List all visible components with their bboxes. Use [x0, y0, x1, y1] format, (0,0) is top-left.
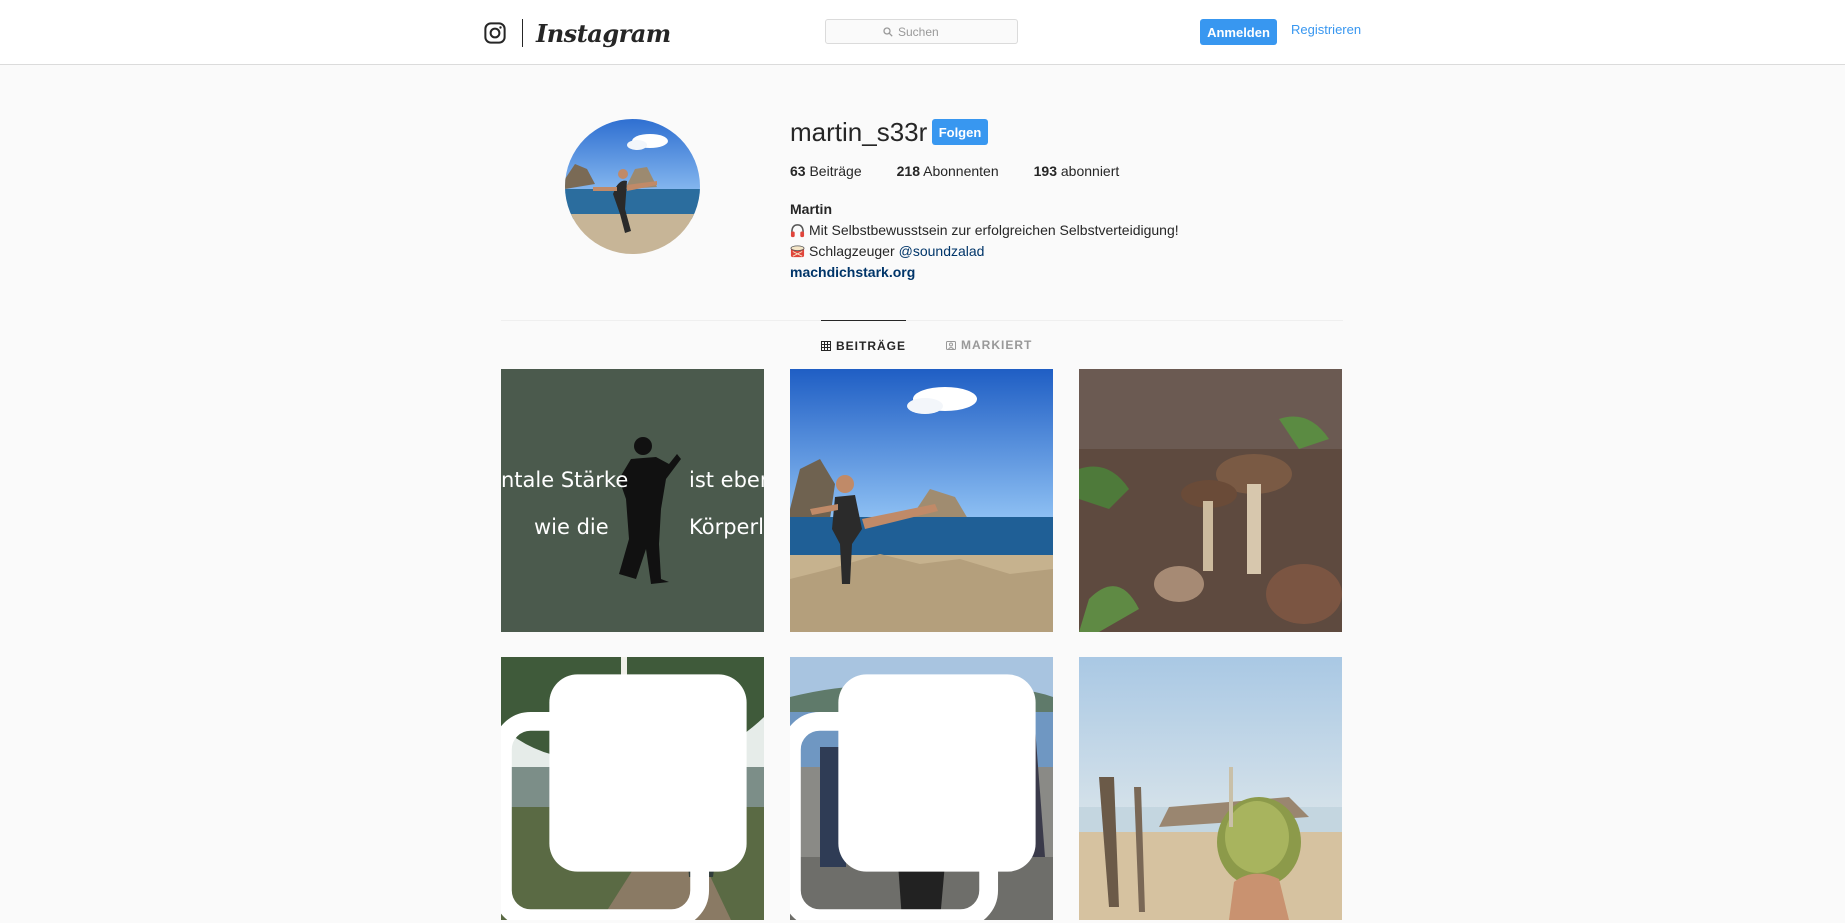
tab-posts-label: BEITRÄGE — [836, 339, 907, 353]
multi-post-icon — [501, 674, 747, 920]
post-tile[interactable] — [501, 657, 764, 920]
top-navigation: Instagram Anmelden Registrieren — [0, 0, 1845, 65]
post-overlay-text: wie die — [534, 515, 609, 539]
post-image — [1079, 369, 1342, 632]
following-label: abonniert — [1060, 163, 1120, 179]
post-overlay-text: Körperlic — [689, 515, 764, 539]
profile-avatar — [565, 119, 700, 254]
tagged-icon — [946, 341, 956, 350]
post-image — [1079, 657, 1342, 920]
following-count: 193 — [1033, 163, 1057, 179]
post-overlay-text: ist ebens — [689, 468, 764, 492]
instagram-glyph-icon — [484, 22, 506, 44]
post-tile[interactable] — [790, 369, 1053, 632]
bio-line-2: Schlagzeuger @soundzalad — [790, 241, 1179, 262]
tabs-divider — [501, 320, 1343, 321]
post-tile[interactable] — [1079, 369, 1342, 632]
followers-label: Abonnenten — [923, 163, 999, 179]
following-stat[interactable]: 193 abonniert — [1034, 163, 1120, 179]
post-overlay-text: ntale Stärke — [501, 468, 629, 492]
tab-posts[interactable]: BEITRÄGE — [821, 320, 907, 371]
instagram-wordmark: Instagram — [536, 18, 671, 48]
bio-line-1-text: Mit Selbstbewusstsein zur erfolgreichen … — [809, 222, 1179, 238]
post-image — [501, 369, 764, 632]
post-tile[interactable]: ntale Stärke ist ebens wie die Körperlic — [501, 369, 764, 632]
brand-divider — [522, 19, 523, 47]
brand-logo[interactable]: Instagram — [484, 17, 671, 49]
multi-post-icon — [790, 674, 1036, 920]
followers-stat[interactable]: 218 Abonnenten — [897, 163, 999, 179]
bio-website-link[interactable]: machdichstark.org — [790, 264, 915, 280]
post-image — [790, 369, 1053, 632]
bio-name: Martin — [790, 201, 832, 217]
posts-stat: 63 Beiträge — [790, 163, 862, 179]
follow-button[interactable]: Folgen — [932, 119, 988, 145]
profile-username: martin_s33r — [790, 117, 928, 147]
bio-mention-link[interactable]: @soundzalad — [899, 241, 985, 262]
bio-line-2-text: Schlagzeuger — [809, 243, 895, 259]
headphones-emoji-icon — [790, 224, 805, 238]
posts-label: Beiträge — [809, 163, 862, 179]
grid-icon — [821, 341, 831, 351]
bio-line-1: Mit Selbstbewusstsein zur erfolgreichen … — [790, 220, 1179, 241]
post-tile[interactable] — [1079, 657, 1342, 920]
profile-bio: Martin Mit Selbstbewusstsein zur erfolgr… — [790, 199, 1179, 283]
post-tile[interactable] — [790, 657, 1053, 920]
avatar-image — [565, 119, 700, 254]
followers-count: 218 — [896, 163, 920, 179]
profile-stats: 63 Beiträge 218 Abonnenten 193 abonniert — [790, 163, 1154, 179]
register-link[interactable]: Registrieren — [1291, 22, 1361, 37]
search-box[interactable] — [825, 19, 1018, 44]
tab-tagged[interactable]: MARKIERT — [946, 320, 1032, 370]
posts-count: 63 — [790, 163, 806, 179]
search-icon — [883, 26, 893, 37]
drum-emoji-icon — [790, 245, 805, 258]
search-input[interactable] — [898, 24, 960, 39]
login-button[interactable]: Anmelden — [1200, 19, 1277, 45]
tab-tagged-label: MARKIERT — [961, 338, 1033, 352]
